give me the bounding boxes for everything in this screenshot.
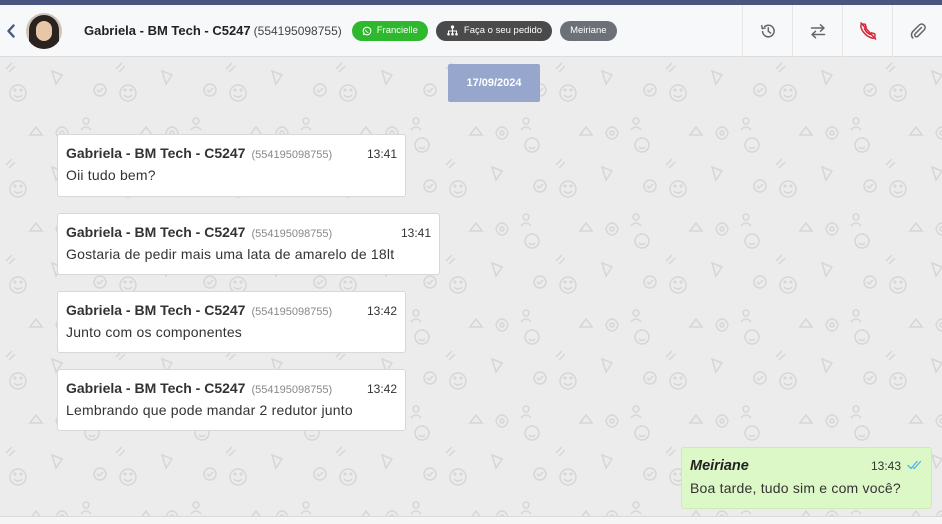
incoming-message[interactable]: Gabriela - BM Tech - C5247 (554195098755… [57, 213, 440, 275]
composer-edge [0, 516, 942, 524]
tag-order[interactable]: Faça o seu pedido [435, 20, 553, 41]
date-separator: 17/09/2024 [448, 64, 540, 102]
chat-header: Gabriela - BM Tech - C5247 (554195098755)… [0, 5, 942, 57]
message-sender: Gabriela - BM Tech - C5247 [66, 302, 246, 318]
message-time: 13:42 [366, 382, 397, 396]
outgoing-message[interactable]: Meiriane 13:43 Boa tarde, tudo sim e com… [681, 447, 932, 509]
message-sender-phone: (554195098755) [251, 306, 333, 318]
chevron-left-icon [7, 23, 15, 38]
incoming-message[interactable]: Gabriela - BM Tech - C5247 (554195098755… [57, 369, 406, 431]
history-button[interactable] [742, 5, 792, 57]
attach-icon [910, 23, 926, 39]
header-actions [742, 5, 942, 57]
message-text: Oii tudo bem? [66, 167, 156, 183]
message-sender: Meiriane [690, 458, 749, 474]
message-time: 13:41 [366, 147, 397, 161]
incoming-message[interactable]: Gabriela - BM Tech - C5247 (554195098755… [57, 134, 406, 197]
message-time: 13:43 [870, 459, 901, 473]
message-text: Boa tarde, tudo sim e com você? [690, 480, 901, 496]
double-check-icon [907, 460, 922, 470]
tag-label: Meiriane [570, 25, 607, 36]
chat-area[interactable]: 17/09/2024 Gabriela - BM Tech - C5247 (5… [0, 57, 942, 516]
end-call-icon [859, 22, 876, 40]
incoming-message[interactable]: Gabriela - BM Tech - C5247 (554195098755… [57, 291, 406, 353]
message-time: 13:42 [366, 304, 397, 318]
message-time: 13:41 [400, 226, 431, 240]
message-text: Lembrando que pode mandar 2 redutor junt… [66, 402, 353, 418]
contact-name: Gabriela - BM Tech - C5247 [84, 23, 251, 38]
whatsapp-icon [362, 26, 372, 35]
history-icon [760, 24, 775, 38]
tag-label: Francielle [376, 25, 418, 36]
contact-title[interactable]: Gabriela - BM Tech - C5247 (554195098755) [84, 23, 342, 38]
back-button[interactable] [0, 5, 22, 57]
attach-button[interactable] [892, 5, 942, 57]
contact-phone: (554195098755) [253, 24, 342, 38]
message-sender-phone: (554195098755) [251, 149, 333, 161]
message-sender-phone: (554195098755) [251, 384, 333, 396]
transfer-button[interactable] [792, 5, 842, 57]
network-icon [447, 25, 458, 36]
transfer-icon [810, 24, 825, 39]
tag-francielle[interactable]: Francielle [351, 20, 428, 41]
tag-meiriane[interactable]: Meiriane [560, 20, 617, 41]
message-sender-phone: (554195098755) [251, 228, 333, 240]
message-text: Junto com os componentes [66, 324, 243, 340]
message-sender: Gabriela - BM Tech - C5247 [66, 380, 246, 396]
avatar[interactable] [26, 12, 62, 49]
end-call-button[interactable] [842, 5, 892, 57]
tag-label: Faça o seu pedido [463, 25, 543, 36]
message-text: Gostaria de pedir mais uma lata de amare… [66, 246, 395, 262]
message-sender: Gabriela - BM Tech - C5247 [66, 224, 246, 240]
message-sender: Gabriela - BM Tech - C5247 [66, 145, 246, 161]
